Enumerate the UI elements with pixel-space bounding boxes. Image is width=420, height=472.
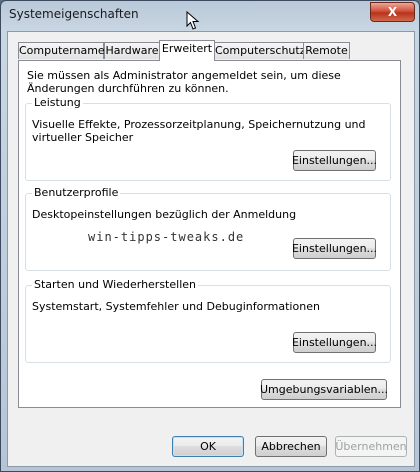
tab-computername[interactable]: Computername bbox=[18, 42, 105, 59]
group-description: Desktopeinstellungen bezüglich der Anmel… bbox=[32, 208, 297, 221]
group-starten: Starten und Wiederherstellen Systemstart… bbox=[25, 278, 391, 363]
cancel-button[interactable]: Abbrechen bbox=[255, 436, 327, 457]
group-title: Starten und Wiederherstellen bbox=[32, 278, 198, 291]
group-description: Systemstart, Systemfehler und Debuginfor… bbox=[32, 300, 320, 313]
admin-notice: Sie müssen als Administrator angemeldet … bbox=[27, 69, 341, 95]
close-button[interactable]: X bbox=[370, 2, 415, 22]
performance-settings-button[interactable]: Einstellungen... bbox=[292, 150, 377, 171]
tab-hardware[interactable]: Hardware bbox=[104, 42, 160, 59]
mouse-cursor-icon bbox=[186, 11, 200, 30]
ok-button[interactable]: OK bbox=[172, 436, 244, 457]
startup-settings-button[interactable]: Einstellungen... bbox=[292, 332, 377, 353]
profile-settings-button[interactable]: Einstellungen... bbox=[292, 238, 377, 259]
group-title: Leistung bbox=[32, 96, 83, 109]
group-leistung: Leistung Visuelle Effekte, Prozessorzeit… bbox=[25, 96, 391, 181]
tab-remote[interactable]: Remote bbox=[303, 42, 350, 59]
apply-button[interactable]: Übernehmen bbox=[335, 436, 407, 457]
tab-erweitert[interactable]: Erweitert bbox=[159, 40, 215, 61]
tab-computerschutz[interactable]: Computerschutz bbox=[214, 42, 306, 59]
window-title: Systemeigenschaften bbox=[9, 7, 139, 21]
dialog-content: Computername Hardware Erweitert Computer… bbox=[7, 31, 415, 467]
group-benutzerprofile: Benutzerprofile Desktopeinstellungen bez… bbox=[25, 186, 391, 271]
environment-variables-button[interactable]: Umgebungsvariablen... bbox=[260, 379, 388, 400]
group-title: Benutzerprofile bbox=[32, 186, 121, 199]
tab-panel-erweitert: Sie müssen als Administrator angemeldet … bbox=[18, 60, 401, 408]
group-description: Visuelle Effekte, Prozessorzeitplanung, … bbox=[32, 118, 366, 144]
system-properties-window: Systemeigenschaften X Computername Hardw… bbox=[0, 0, 420, 472]
watermark-text: win-tipps-tweaks.de bbox=[88, 230, 245, 244]
title-bar[interactable]: Systemeigenschaften X bbox=[1, 1, 419, 31]
